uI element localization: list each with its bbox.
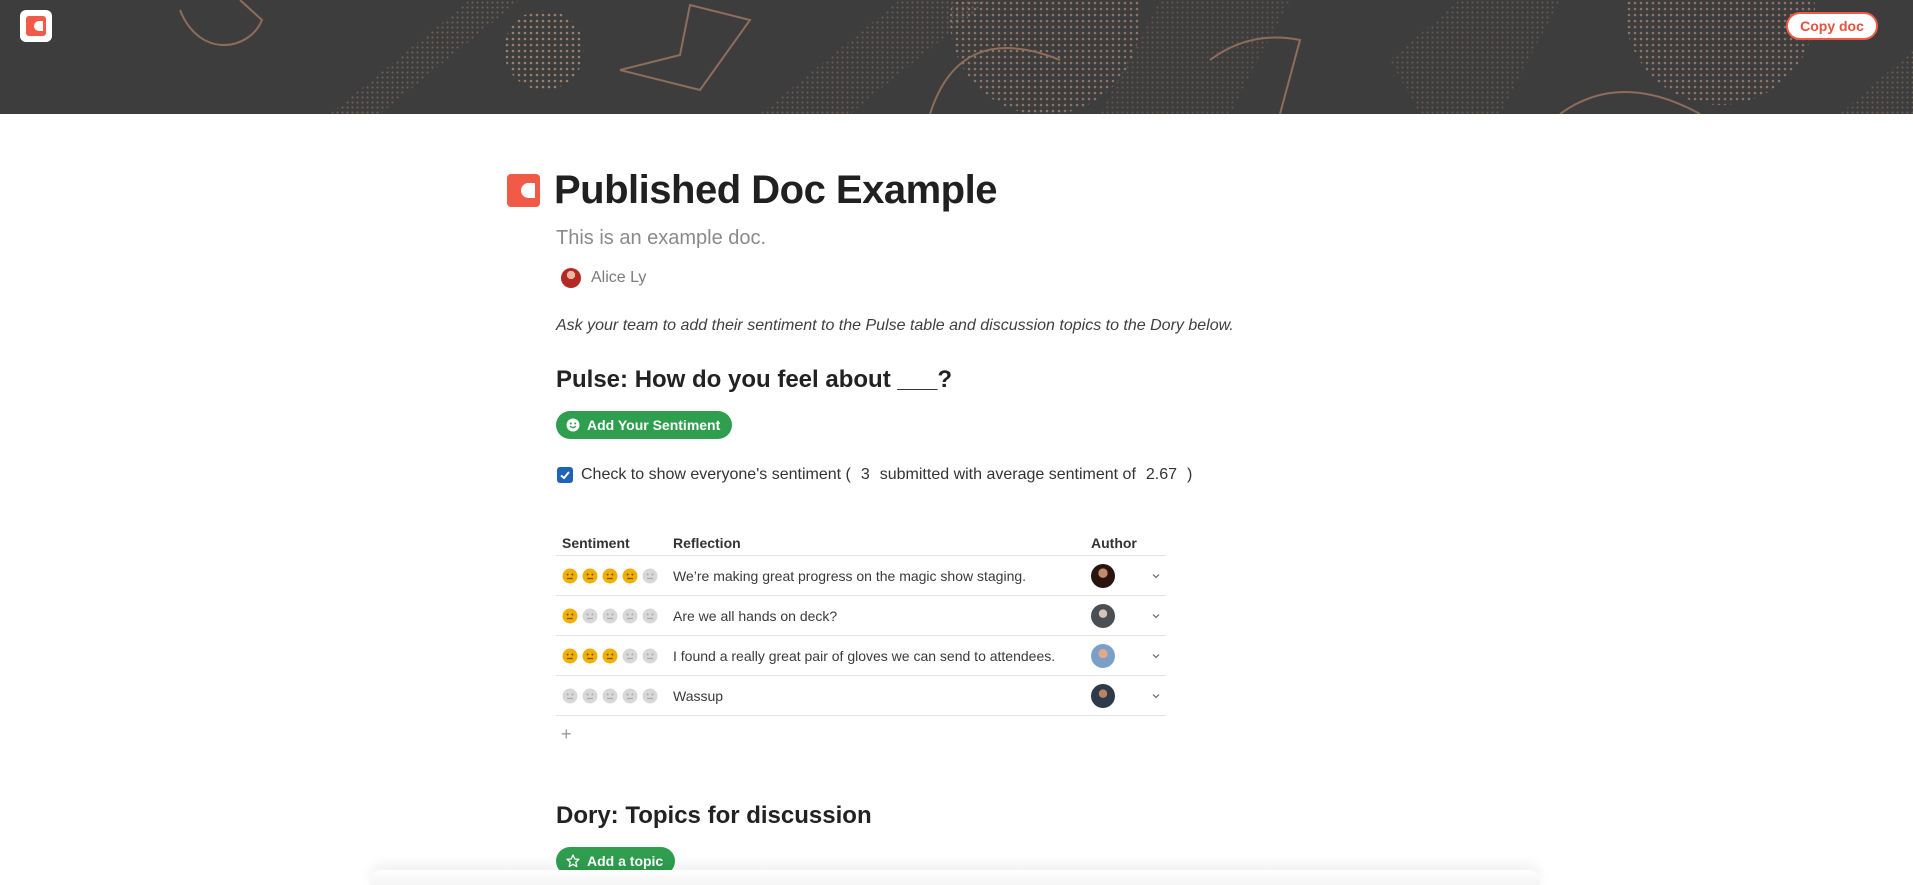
page-subtitle: This is an example doc. bbox=[556, 227, 767, 249]
face-icon[interactable] bbox=[622, 688, 638, 704]
show-sentiment-row: Check to show everyone's sentiment ( 3 s… bbox=[557, 466, 1192, 484]
avatar bbox=[1091, 563, 1115, 588]
table-row[interactable]: Are we all hands on deck? bbox=[556, 596, 1166, 636]
face-icon[interactable] bbox=[642, 688, 658, 704]
chevron-down-icon[interactable] bbox=[1146, 651, 1166, 661]
avatar bbox=[561, 268, 581, 288]
face-icon[interactable] bbox=[602, 688, 618, 704]
face-icon[interactable] bbox=[642, 648, 658, 664]
face-icon[interactable] bbox=[622, 648, 638, 664]
face-icon[interactable] bbox=[642, 608, 658, 624]
face-icon[interactable] bbox=[562, 688, 578, 704]
column-header-reflection[interactable]: Reflection bbox=[673, 535, 1091, 551]
table-row[interactable]: I found a really great pair of gloves we… bbox=[556, 636, 1166, 676]
chevron-down-icon[interactable] bbox=[1146, 691, 1166, 701]
author-name: Alice Ly bbox=[591, 269, 647, 286]
face-icon[interactable] bbox=[602, 568, 618, 584]
face-icon[interactable] bbox=[582, 568, 598, 584]
column-header-author[interactable]: Author bbox=[1091, 535, 1146, 551]
sentiment-rating[interactable] bbox=[556, 648, 673, 664]
face-icon[interactable] bbox=[582, 608, 598, 624]
add-topic-label: Add a topic bbox=[587, 853, 664, 869]
add-sentiment-label: Add Your Sentiment bbox=[587, 417, 721, 433]
table-row[interactable]: We’re making great progress on the magic… bbox=[556, 556, 1166, 596]
reflection-cell[interactable]: I found a really great pair of gloves we… bbox=[673, 648, 1091, 664]
table-row[interactable]: Wassup bbox=[556, 676, 1166, 716]
author-cell[interactable] bbox=[1091, 563, 1146, 588]
smiley-icon bbox=[566, 418, 580, 432]
coda-logo-icon[interactable] bbox=[20, 10, 52, 42]
face-icon[interactable] bbox=[642, 568, 658, 584]
author-cell[interactable] bbox=[1091, 683, 1146, 708]
plus-icon: + bbox=[561, 724, 572, 744]
average-sentiment: 2.67 bbox=[1145, 466, 1178, 483]
table-body: We’re making great progress on the magic… bbox=[556, 556, 1166, 716]
face-icon[interactable] bbox=[602, 648, 618, 664]
banner-pattern bbox=[179, 0, 1913, 114]
sentiment-rating[interactable] bbox=[556, 608, 673, 624]
bottom-panel-edge bbox=[370, 870, 1540, 885]
check-label-2: submitted with average sentiment of bbox=[879, 466, 1136, 483]
check-label-3: ) bbox=[1187, 466, 1193, 483]
chevron-down-icon[interactable] bbox=[1146, 571, 1166, 581]
page-title: Published Doc Example bbox=[554, 168, 997, 212]
face-icon[interactable] bbox=[562, 648, 578, 664]
avatar bbox=[1091, 603, 1115, 628]
table-header: Sentiment Reflection Author bbox=[556, 530, 1166, 556]
reflection-cell[interactable]: We’re making great progress on the magic… bbox=[673, 568, 1091, 584]
sentiment-rating[interactable] bbox=[556, 688, 673, 704]
author-cell[interactable] bbox=[1091, 643, 1146, 668]
add-sentiment-button[interactable]: Add Your Sentiment bbox=[556, 411, 733, 439]
show-sentiment-checkbox[interactable] bbox=[557, 467, 573, 483]
copy-doc-button[interactable]: Copy doc bbox=[1786, 12, 1878, 40]
intro-text: Ask your team to add their sentiment to … bbox=[556, 317, 1234, 334]
reflection-cell[interactable]: Wassup bbox=[673, 688, 1091, 704]
face-icon[interactable] bbox=[562, 608, 578, 624]
coda-doc-icon bbox=[507, 174, 540, 207]
dory-heading: Dory: Topics for discussion bbox=[556, 802, 872, 829]
author-cell[interactable] bbox=[1091, 603, 1146, 628]
author-row[interactable]: Alice Ly bbox=[561, 268, 646, 288]
face-icon[interactable] bbox=[582, 648, 598, 664]
column-header-sentiment[interactable]: Sentiment bbox=[556, 535, 673, 551]
sentiment-rating[interactable] bbox=[556, 568, 673, 584]
face-icon[interactable] bbox=[622, 568, 638, 584]
star-icon bbox=[566, 854, 580, 868]
avatar bbox=[1091, 683, 1115, 708]
check-label-1: Check to show everyone's sentiment ( bbox=[581, 466, 851, 483]
submitted-count: 3 bbox=[860, 466, 870, 483]
chevron-down-icon[interactable] bbox=[1146, 611, 1166, 621]
face-icon[interactable] bbox=[582, 688, 598, 704]
pulse-table: Sentiment Reflection Author We’re making… bbox=[556, 530, 1166, 716]
header-banner: Copy doc bbox=[0, 0, 1913, 114]
face-icon[interactable] bbox=[602, 608, 618, 624]
face-icon[interactable] bbox=[562, 568, 578, 584]
face-icon[interactable] bbox=[622, 608, 638, 624]
reflection-cell[interactable]: Are we all hands on deck? bbox=[673, 608, 1091, 624]
add-row-button[interactable]: + bbox=[561, 724, 572, 745]
avatar bbox=[1091, 643, 1115, 668]
pulse-heading: Pulse: How do you feel about ___? bbox=[556, 366, 953, 393]
